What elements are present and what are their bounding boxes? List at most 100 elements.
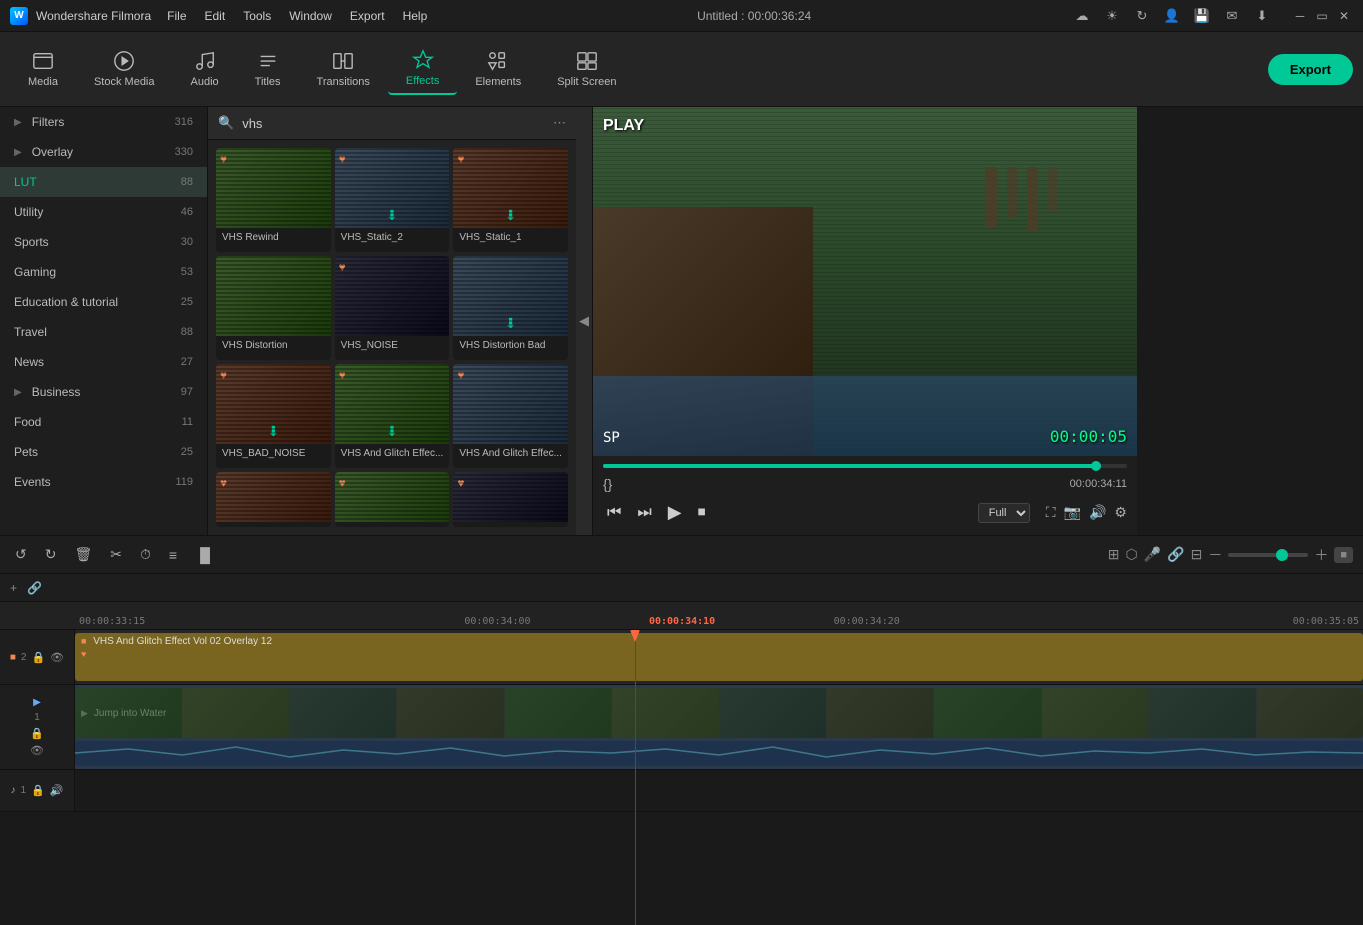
cloud-icon[interactable]: ☁: [1073, 7, 1091, 25]
toolbar-split-screen[interactable]: Split Screen: [539, 44, 634, 94]
fit-icon[interactable]: ■: [1334, 547, 1353, 563]
toolbar-media[interactable]: Media: [10, 44, 76, 94]
effect-card-vhs-static-1[interactable]: ♥ ⬇ VHS_Static_1: [453, 148, 568, 252]
sidebar-item-sports[interactable]: Sports 30: [0, 227, 207, 257]
effect-card-vhs-static-2[interactable]: ♥ ⬇ VHS_Static_2: [335, 148, 450, 252]
effect-label: VHS_Static_2: [335, 228, 450, 247]
close-button[interactable]: ✕: [1335, 7, 1353, 25]
step-back-button[interactable]: ⏭: [633, 500, 655, 526]
menu-tools[interactable]: Tools: [235, 7, 279, 25]
voiceover-icon[interactable]: 🎤: [1144, 546, 1161, 563]
sidebar-item-gaming[interactable]: Gaming 53: [0, 257, 207, 287]
toolbar-titles[interactable]: Titles: [237, 44, 299, 94]
sidebar-item-travel[interactable]: Travel 88: [0, 317, 207, 347]
delete-button[interactable]: 🗑: [69, 543, 97, 566]
toolbar-transitions[interactable]: Transitions: [299, 44, 388, 94]
link-icon[interactable]: 🔗: [1167, 546, 1184, 563]
sidebar-item-education[interactable]: Education & tutorial 25: [0, 287, 207, 317]
sidebar-item-utility[interactable]: Utility 46: [0, 197, 207, 227]
search-input[interactable]: [242, 116, 545, 131]
audio-mute-icon[interactable]: 🔊: [50, 784, 64, 797]
progress-bar[interactable]: [603, 464, 1127, 468]
fullscreen-icon[interactable]: ⛶: [1046, 504, 1056, 521]
clip-label-2: VHS And Glitch Effect Vol 02 Overlay 12: [93, 636, 272, 647]
sidebar-item-events[interactable]: Events 119: [0, 467, 207, 497]
sidebar-item-business[interactable]: ▶Business 97: [0, 377, 207, 407]
menu-file[interactable]: File: [159, 7, 194, 25]
sidebar-item-pets[interactable]: Pets 25: [0, 437, 207, 467]
snap-icon[interactable]: ⊞: [1108, 546, 1120, 563]
volume-icon[interactable]: 🔊: [1089, 504, 1106, 521]
redo-button[interactable]: ↻: [40, 543, 62, 566]
quality-select[interactable]: Full: [978, 503, 1030, 523]
time-bracket-right: }: [608, 476, 613, 492]
lock-icon-2[interactable]: 🔒: [31, 651, 45, 664]
link-tracks-button[interactable]: 🔗: [27, 581, 42, 595]
toolbar-elements[interactable]: Elements: [457, 44, 539, 94]
video-clip-1[interactable]: ▶ Jump into Water: [75, 688, 1363, 738]
effect-card-vhs-glitch-2[interactable]: ♥ VHS And Glitch Effec...: [453, 364, 568, 468]
account-icon[interactable]: 👤: [1163, 7, 1181, 25]
menu-export[interactable]: Export: [342, 7, 393, 25]
menu-window[interactable]: Window: [281, 7, 340, 25]
brightness-icon[interactable]: ☀: [1103, 7, 1121, 25]
download-icon: ⬇: [505, 315, 517, 332]
sidebar-item-news[interactable]: News 27: [0, 347, 207, 377]
add-track-button[interactable]: +: [10, 581, 17, 595]
stop-button[interactable]: ⏹: [694, 500, 710, 526]
email-icon[interactable]: ✉: [1223, 7, 1241, 25]
sidebar-item-filters[interactable]: ▶Filters 316: [0, 107, 207, 137]
clip-speed-button[interactable]: ▐▌: [190, 544, 220, 566]
preview-background: [593, 107, 1137, 456]
export-button[interactable]: Export: [1268, 54, 1353, 85]
track-icon-2: ■: [10, 652, 16, 663]
grid-options-icon[interactable]: ⋯: [553, 115, 566, 131]
audio-lock-icon[interactable]: 🔒: [31, 784, 45, 797]
zoom-slider[interactable]: [1228, 553, 1308, 557]
audio-settings-button[interactable]: ≡: [164, 544, 182, 566]
effect-card-row4-3[interactable]: ♥: [453, 472, 568, 527]
effect-card-vhs-noise[interactable]: ♥ VHS_NOISE: [335, 256, 450, 360]
sidebar-item-overlay[interactable]: ▶Overlay 330: [0, 137, 207, 167]
undo-button[interactable]: ↺: [10, 543, 32, 566]
snapshot-icon[interactable]: 📷: [1064, 504, 1081, 521]
effect-card-row4-1[interactable]: ♥: [216, 472, 331, 527]
toolbar-effects[interactable]: Effects: [388, 43, 457, 95]
settings-icon[interactable]: ⚙: [1114, 504, 1127, 521]
playhead[interactable]: [635, 630, 636, 925]
speed-button[interactable]: ⏱: [135, 543, 156, 566]
sidebar-item-food[interactable]: Food 11: [0, 407, 207, 437]
split-icon[interactable]: ⊟: [1191, 546, 1203, 563]
track-clip-2[interactable]: ■ VHS And Glitch Effect Vol 02 Overlay 1…: [75, 633, 1363, 681]
effect-card-vhs-rewind[interactable]: ♥ VHS Rewind: [216, 148, 331, 252]
menu-bar: File Edit Tools Window Export Help: [159, 7, 435, 25]
play-button[interactable]: ▶: [664, 498, 686, 527]
zoom-out-icon[interactable]: －: [1208, 545, 1222, 565]
rewind-button[interactable]: ⏮: [603, 500, 625, 526]
toolbar-audio[interactable]: Audio: [173, 44, 237, 94]
ruler-mark-1: 00:00:34:00: [374, 616, 620, 627]
cut-button[interactable]: ✂: [105, 543, 127, 566]
toolbar-stock-media[interactable]: Stock Media: [76, 44, 173, 94]
effect-card-vhs-distortion[interactable]: VHS Distortion: [216, 256, 331, 360]
minimize-button[interactable]: ─: [1291, 7, 1309, 25]
menu-help[interactable]: Help: [395, 7, 436, 25]
menu-edit[interactable]: Edit: [197, 7, 234, 25]
heart-icon: ♥: [339, 476, 346, 490]
save-icon[interactable]: 💾: [1193, 7, 1211, 25]
zoom-in-icon[interactable]: ＋: [1314, 545, 1328, 565]
download-icon[interactable]: ⬇: [1253, 7, 1271, 25]
scroll-arrow[interactable]: ◀: [576, 107, 592, 535]
effect-card-vhs-glitch-1[interactable]: ♥ ⬇ VHS And Glitch Effec...: [335, 364, 450, 468]
effect-card-vhs-bad-noise[interactable]: ♥ ⬇ VHS_BAD_NOISE: [216, 364, 331, 468]
maximize-button[interactable]: ▭: [1313, 7, 1331, 25]
sync-icon[interactable]: ↻: [1133, 7, 1151, 25]
eye-icon-1[interactable]: 👁: [30, 744, 44, 757]
lock-icon-1[interactable]: 🔒: [30, 727, 44, 740]
window-controls: ─ ▭ ✕: [1291, 7, 1353, 25]
effect-card-vhs-distortion-bad[interactable]: ⬇ VHS Distortion Bad: [453, 256, 568, 360]
ripple-icon[interactable]: ⬡: [1126, 546, 1138, 563]
eye-icon-2[interactable]: 👁: [50, 651, 64, 664]
sidebar-item-lut[interactable]: LUT 88: [0, 167, 207, 197]
effect-card-row4-2[interactable]: ♥: [335, 472, 450, 527]
